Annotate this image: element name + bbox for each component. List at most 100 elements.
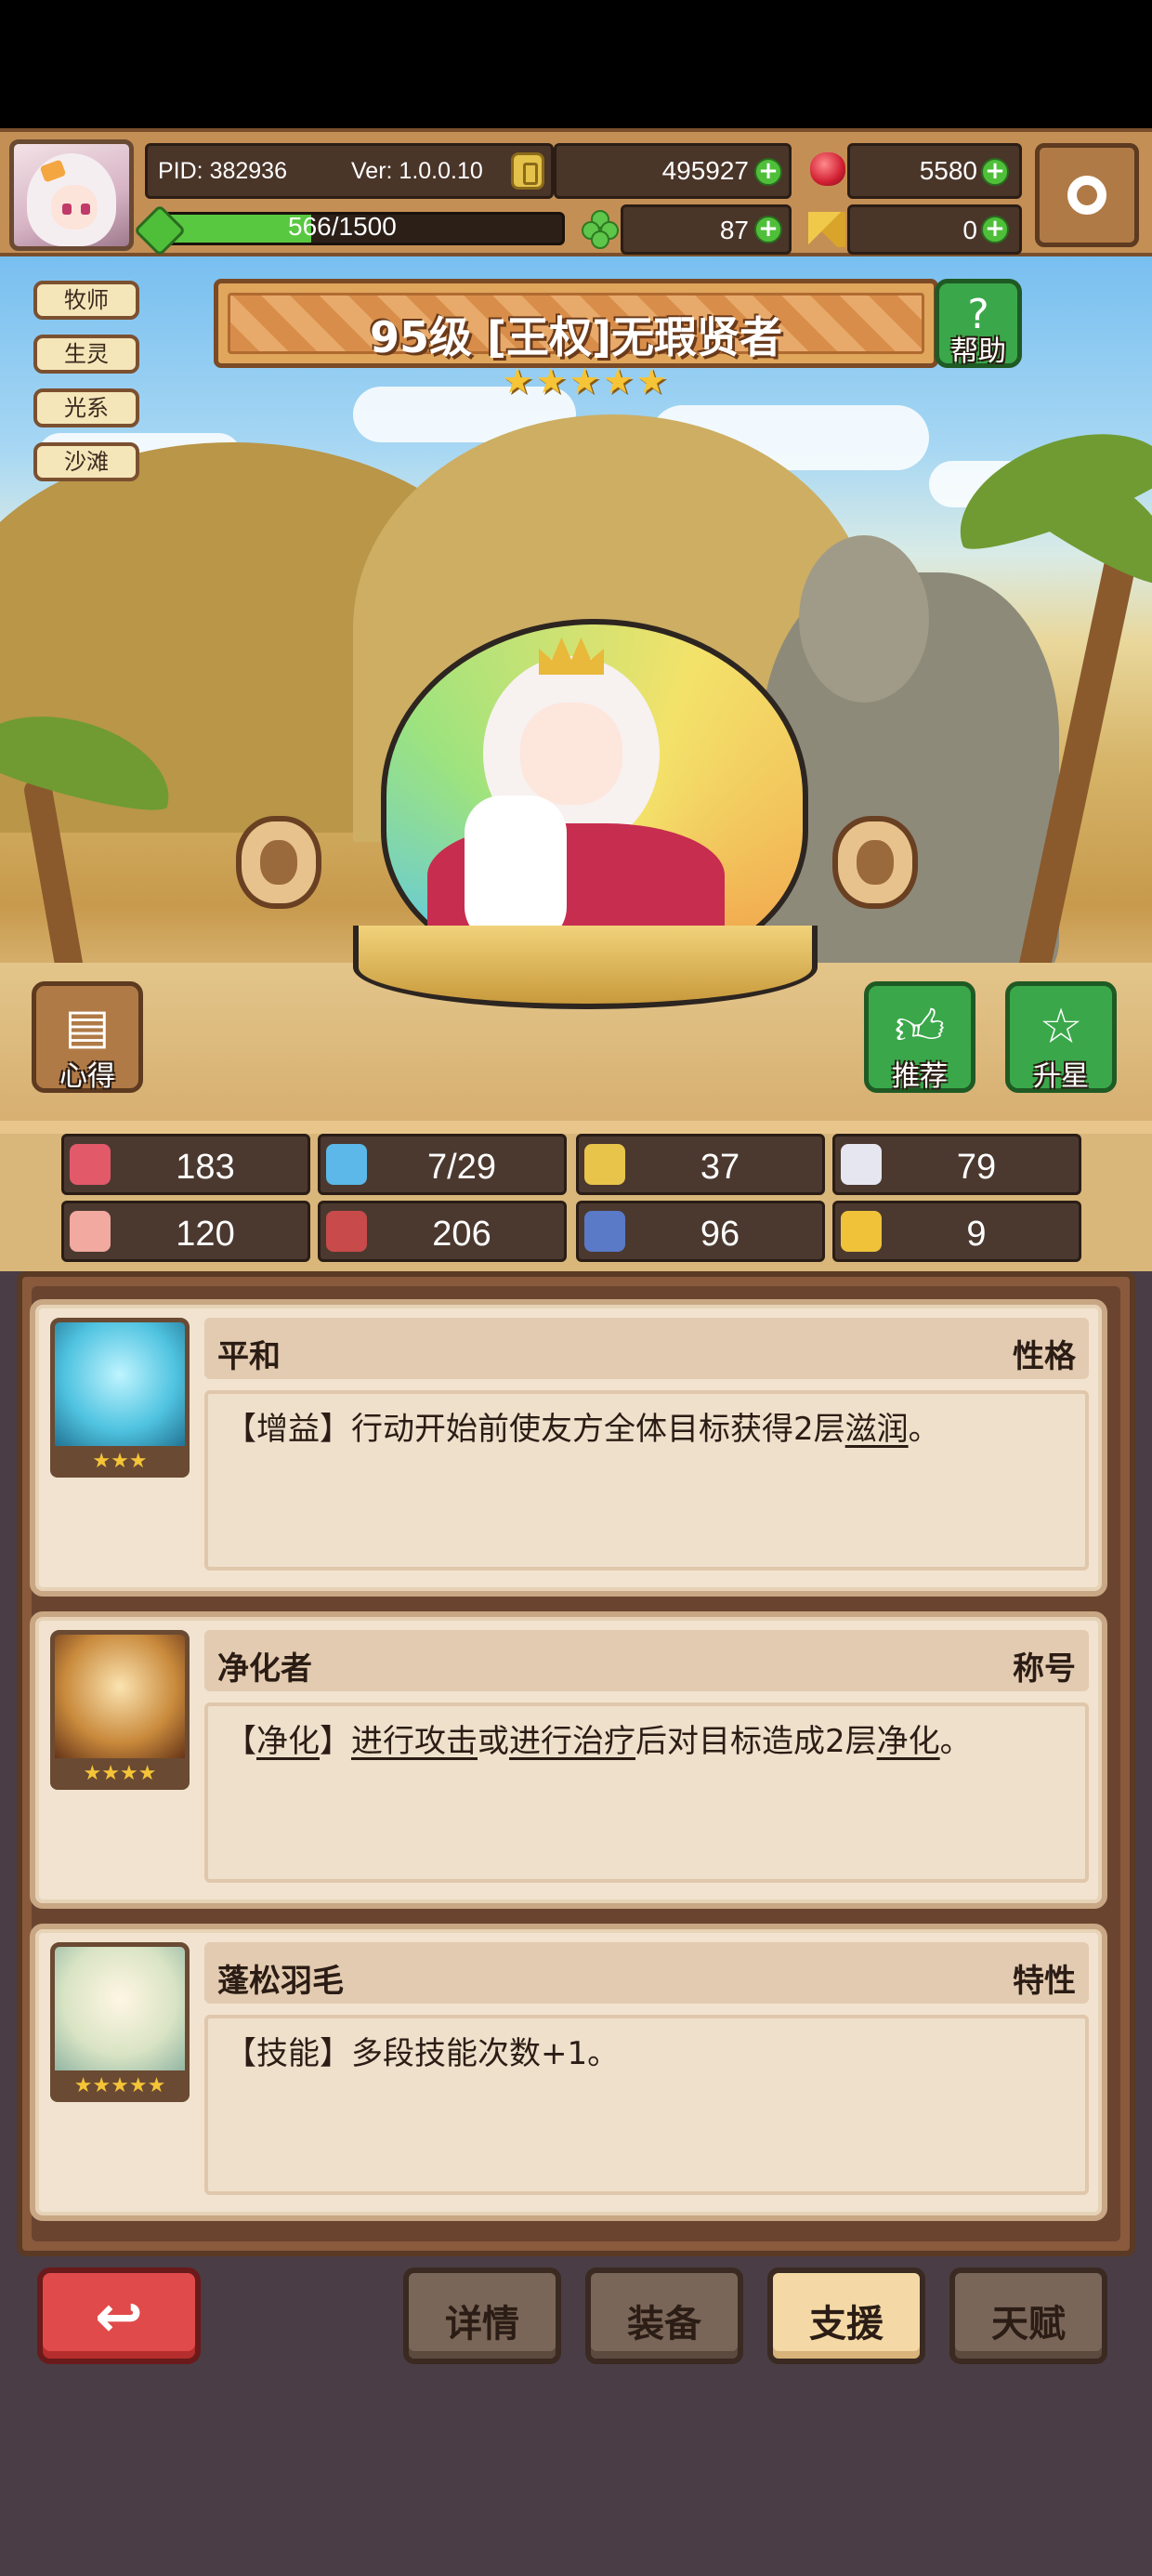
version-label: Ver: 1.0.0.10 (351, 158, 483, 184)
horseshoe-icon (841, 1211, 882, 1252)
gold-amount: 495927 (661, 156, 749, 185)
settings-button[interactable] (1035, 143, 1139, 247)
trait-portrait (50, 1318, 190, 1457)
trait-description: 【增益】行动开始前使友方全体目标获得2层滋润。 (204, 1390, 1089, 1571)
stat-value: 37 (700, 1148, 740, 1187)
trait-description: 【技能】多段技能次数+1。 (204, 2015, 1089, 2195)
star-icon: ☆ (1039, 999, 1083, 1055)
keyword-link[interactable]: 滋润 (845, 1411, 909, 1448)
stat-cell: 183 (61, 1134, 310, 1195)
spellbook-icon (326, 1211, 367, 1252)
tag-class: 牧师 (33, 281, 139, 320)
tag-element: 光系 (33, 388, 139, 427)
trait-header: 平和 性格 (204, 1318, 1089, 1379)
trait-name: 净化者 (217, 1650, 312, 1688)
star-icon: ★ (602, 361, 635, 401)
trait-star-rating: ★★★ (50, 1446, 190, 1478)
trait-star-rating: ★★★★ (50, 1758, 190, 1790)
tag-race: 生灵 (33, 335, 139, 374)
trait-card[interactable]: ★★★ 平和 性格【增益】行动开始前使友方全体目标获得2层滋润。 (30, 1299, 1107, 1597)
trait-card[interactable]: ★★★★ 净化者 称号【净化】进行攻击或进行治疗后对目标造成2层净化。 (30, 1611, 1107, 1909)
shield-icon (584, 1144, 625, 1185)
heart-icon (70, 1144, 111, 1185)
hero-name: 95级 [王权]无瑕贤者 (369, 312, 783, 362)
insight-label: 心得 (59, 1060, 115, 1093)
recommend-label: 推荐 (892, 1060, 948, 1093)
help-button[interactable]: ? 帮助 (935, 279, 1022, 368)
player-id: PID: 382936 (158, 158, 287, 184)
key-icon (808, 212, 845, 247)
keyword-link[interactable]: 净化 (256, 1723, 320, 1760)
tab-details-label: 详情 (445, 2303, 519, 2346)
trait-portrait (50, 1942, 190, 2082)
trait-card[interactable]: ★★★★★ 蓬松羽毛 特性 【技能】多段技能次数+1。 (30, 1924, 1107, 2221)
hero-sprite[interactable] (344, 619, 827, 1009)
thumbs-up-icon: 👍︎ (894, 1000, 946, 1056)
star-icon: ★ (569, 361, 601, 401)
star-icon: ★ (535, 361, 568, 401)
ruby-amount: 5580 (919, 156, 977, 185)
add-key-button[interactable]: + (981, 216, 1009, 243)
gear-icon (1067, 176, 1106, 215)
water-drop-icon (326, 1144, 367, 1185)
rotate-left-button[interactable] (236, 816, 321, 909)
stat-cell: 79 (832, 1134, 1081, 1195)
player-avatar[interactable] (9, 139, 134, 251)
tab-equipment[interactable]: 装备 (585, 2267, 743, 2364)
help-label: 帮助 (950, 335, 1006, 368)
stat-value: 7/29 (427, 1148, 496, 1187)
trait-type: 性格 (1013, 1338, 1076, 1375)
back-button[interactable]: ↩ (37, 2267, 201, 2364)
tab-equipment-label: 装备 (627, 2303, 701, 2346)
stats-panel: 183 7/29 37 79 120 206 96 9 (0, 1121, 1152, 1271)
gold-coin-icon (511, 152, 544, 190)
trait-name: 平和 (217, 1338, 281, 1375)
ruby-gem-icon (810, 152, 845, 186)
stat-cell: 7/29 (318, 1134, 567, 1195)
clover-icon (582, 210, 619, 249)
star-icon: ★ (502, 361, 534, 401)
star-icon: ★ (635, 361, 668, 401)
add-ruby-button[interactable]: + (981, 158, 1009, 186)
description-text: 【增益】行动开始前使友方全体目标获得2层 (225, 1411, 845, 1448)
add-gold-button[interactable]: + (754, 158, 782, 186)
book-icon: ▤ (64, 999, 111, 1055)
clover-amount: 87 (719, 216, 749, 244)
recommend-button[interactable]: 👍︎ 推荐 (864, 981, 975, 1093)
stat-value: 9 (966, 1215, 987, 1254)
upgrade-star-label: 升星 (1033, 1060, 1089, 1093)
wing-icon (841, 1144, 882, 1185)
description-text: 。 (939, 1723, 972, 1760)
description-text: 或 (478, 1723, 509, 1760)
stat-value: 183 (176, 1148, 235, 1187)
keyword-link[interactable]: 进行攻击 (351, 1723, 478, 1760)
add-clover-button[interactable]: + (754, 216, 782, 243)
fist-icon (70, 1211, 111, 1252)
keyword-link[interactable]: 进行治疗 (509, 1723, 635, 1760)
tab-support-label: 支援 (809, 2303, 884, 2346)
key-amount: 0 (962, 216, 977, 244)
stat-value: 120 (176, 1215, 235, 1254)
tab-support[interactable]: 支援 (767, 2267, 925, 2364)
keyword-link[interactable]: 净化 (877, 1723, 940, 1760)
stat-cell: 37 (576, 1134, 825, 1195)
trait-header: 蓬松羽毛 特性 (204, 1942, 1089, 2004)
stat-cell: 120 (61, 1201, 310, 1262)
description-text: 后对目标造成2层 (635, 1723, 877, 1760)
tab-talent-label: 天赋 (991, 2303, 1066, 2346)
description-text: 】 (320, 1723, 351, 1760)
stat-value: 96 (700, 1215, 740, 1254)
trait-description: 【净化】进行攻击或进行治疗后对目标造成2层净化。 (204, 1702, 1089, 1883)
upgrade-star-button[interactable]: ☆ 升星 (1005, 981, 1117, 1093)
hero-star-rating: ★ ★ ★ ★ ★ (502, 362, 667, 400)
tab-talent[interactable]: 天赋 (949, 2267, 1107, 2364)
tab-details[interactable]: 详情 (403, 2267, 561, 2364)
status-bar-area (0, 0, 1152, 128)
trait-type: 称号 (1013, 1650, 1076, 1688)
rotate-right-button[interactable] (832, 816, 918, 909)
return-arrow-icon: ↩ (95, 2282, 143, 2350)
insight-button[interactable]: ▤ 心得 (32, 981, 143, 1093)
trait-portrait (50, 1630, 190, 1769)
stat-value: 79 (956, 1148, 997, 1187)
scroll-icon (584, 1211, 625, 1252)
